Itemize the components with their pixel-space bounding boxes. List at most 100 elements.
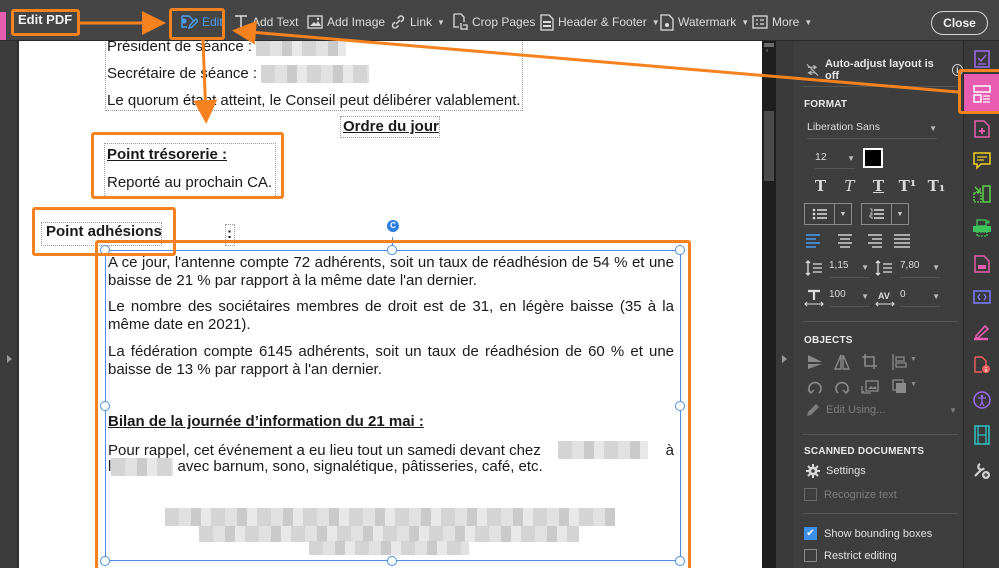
align-objects-caret-icon[interactable]: ▼ (910, 356, 917, 363)
watermark-button[interactable]: Watermark ▼ (660, 12, 749, 32)
tool-title: Edit PDF (18, 12, 73, 27)
rich-media-tool[interactable] (971, 424, 993, 446)
edit-button[interactable]: Edit (180, 12, 223, 32)
align-justify-icon[interactable] (892, 234, 912, 248)
export-pdf-tool[interactable] (971, 253, 993, 275)
info-icon[interactable]: i (951, 64, 963, 76)
scanned-settings-button[interactable]: Settings (806, 464, 866, 478)
align-right-icon[interactable] (863, 234, 883, 248)
line-spacing-value: 1,15 (829, 260, 849, 271)
edit-pdf-tool[interactable] (964, 74, 999, 114)
resize-handle-right[interactable] (675, 401, 685, 411)
subscript-button[interactable]: T₁ (922, 177, 951, 195)
more-button[interactable]: More ▼ (752, 12, 812, 32)
numbered-list-control: ▼ (861, 203, 909, 225)
header-footer-button[interactable]: Header & Footer ▼ (540, 12, 660, 32)
resize-handle-top-right[interactable] (675, 245, 685, 255)
pdf-standards-tool[interactable] (971, 354, 993, 376)
ordre-du-jour-heading: Ordre du jour (343, 118, 439, 135)
line-spacing-select[interactable]: 1,15 ▼ (829, 260, 869, 278)
bold-button[interactable]: T (806, 177, 835, 195)
subscript-icon: T₁ (927, 177, 946, 195)
accessibility-tool[interactable] (971, 389, 993, 411)
align-center-icon[interactable] (835, 234, 855, 248)
numbered-list-button[interactable] (862, 204, 892, 224)
bullet-list-control: ▼ (804, 203, 852, 225)
comment-tool[interactable] (971, 150, 993, 172)
paragraph-spacing-select[interactable]: 7,80 ▼ (900, 260, 940, 278)
add-image-button[interactable]: Add Image (307, 12, 385, 32)
expand-left-panel-icon[interactable] (7, 355, 12, 363)
combine-files-icon (973, 185, 991, 203)
numbered-list-icon (869, 208, 884, 219)
replace-image-icon[interactable] (861, 378, 879, 396)
format-panel: Auto-adjust layout is off i FORMAT Liber… (793, 41, 963, 568)
recognize-text-checkbox[interactable] (804, 488, 817, 501)
redacted-block (165, 508, 615, 526)
crop-pages-button[interactable]: Crop Pages (452, 12, 535, 32)
edit-using-caret-icon[interactable]: ▼ (949, 406, 957, 415)
combine-files-tool[interactable] (971, 183, 993, 205)
show-bounding-boxes-checkbox[interactable]: ✔ (804, 527, 817, 540)
arrange-objects-icon[interactable] (891, 378, 909, 396)
request-signature-tool[interactable] (971, 321, 993, 343)
rotate-left-icon[interactable] (806, 378, 824, 396)
crop-pages-label: Crop Pages (472, 15, 536, 29)
bullet-list-dropdown[interactable]: ▼ (835, 204, 851, 224)
underline-button[interactable]: T (864, 177, 893, 195)
show-bounding-boxes-option[interactable]: ✔ Show bounding boxes (804, 527, 932, 540)
restrict-editing-option[interactable]: Restrict editing (804, 549, 897, 562)
flip-horizontal-icon[interactable] (833, 353, 851, 371)
collapse-right-panel-icon[interactable] (782, 355, 787, 363)
javascript-tool[interactable] (971, 286, 993, 308)
paragraph-societaires: Le nombre des sociétaires membres de dro… (108, 298, 674, 333)
character-spacing-select[interactable]: 0 ▼ (900, 289, 940, 307)
more-tools-icon (974, 463, 990, 479)
horizontal-scale-select[interactable]: 100 ▼ (829, 289, 869, 307)
fill-sign-icon (974, 50, 990, 68)
create-pdf-tool[interactable] (971, 118, 993, 140)
font-family-select[interactable]: Liberation Sans ▼ (807, 121, 937, 139)
arrange-objects-caret-icon[interactable]: ▼ (910, 381, 917, 388)
resize-handle-bottom-right[interactable] (675, 556, 685, 566)
auto-adjust-toggle[interactable]: Auto-adjust layout is off i (806, 58, 963, 82)
text-color-swatch[interactable] (863, 148, 883, 168)
crop-pages-icon (453, 13, 468, 30)
add-text-button[interactable]: Add Text (234, 12, 298, 32)
font-size-select[interactable]: 12 ▼ (815, 151, 855, 169)
secretary-line: Secrétaire de séance : (107, 65, 370, 84)
resize-handle-left[interactable] (100, 401, 110, 411)
vertical-scrollbar[interactable]: ˄ (762, 41, 776, 568)
bullet-list-button[interactable] (805, 204, 835, 224)
recognize-text-option[interactable]: Recognize text (804, 488, 897, 501)
link-icon (391, 15, 405, 29)
superscript-button[interactable]: T¹ (893, 177, 922, 195)
align-left-icon[interactable] (805, 234, 825, 248)
scrollbar-thumb[interactable] (764, 111, 774, 181)
restrict-editing-checkbox[interactable] (804, 549, 817, 562)
numbered-list-dropdown[interactable]: ▼ (892, 204, 908, 224)
scrollbar-top (764, 43, 774, 47)
flip-vertical-icon[interactable] (806, 353, 824, 371)
print-production-tool[interactable] (971, 217, 993, 239)
scroll-up-icon[interactable]: ˄ (765, 49, 769, 58)
resize-handle-bottom[interactable] (387, 556, 397, 566)
rotate-right-icon[interactable] (833, 378, 851, 396)
divider (803, 434, 958, 435)
pdf-page[interactable]: Président de séance : Secrétaire de séan… (19, 41, 762, 568)
text-style-row: T T T T¹ T₁ (806, 177, 951, 195)
close-button[interactable]: Close (931, 11, 988, 35)
resize-handle-bottom-left[interactable] (100, 556, 110, 566)
edit-using-dropdown[interactable]: Edit Using... (806, 403, 885, 417)
bilan-line-1: Pour rappel, cet événement a eu lieu tou… (108, 441, 674, 459)
crop-image-icon[interactable] (861, 353, 879, 371)
fill-sign-tool[interactable] (971, 48, 993, 70)
rotate-handle-icon[interactable]: C (387, 220, 399, 232)
align-objects-icon[interactable] (891, 353, 909, 371)
link-button[interactable]: Link ▼ (390, 12, 445, 32)
president-label: Président de séance : (107, 41, 253, 55)
tresorerie-heading: Point trésorerie : (107, 146, 228, 163)
line-spacing-icon (805, 260, 822, 276)
italic-button[interactable]: T (835, 177, 864, 195)
more-tools-tool[interactable] (971, 459, 993, 481)
